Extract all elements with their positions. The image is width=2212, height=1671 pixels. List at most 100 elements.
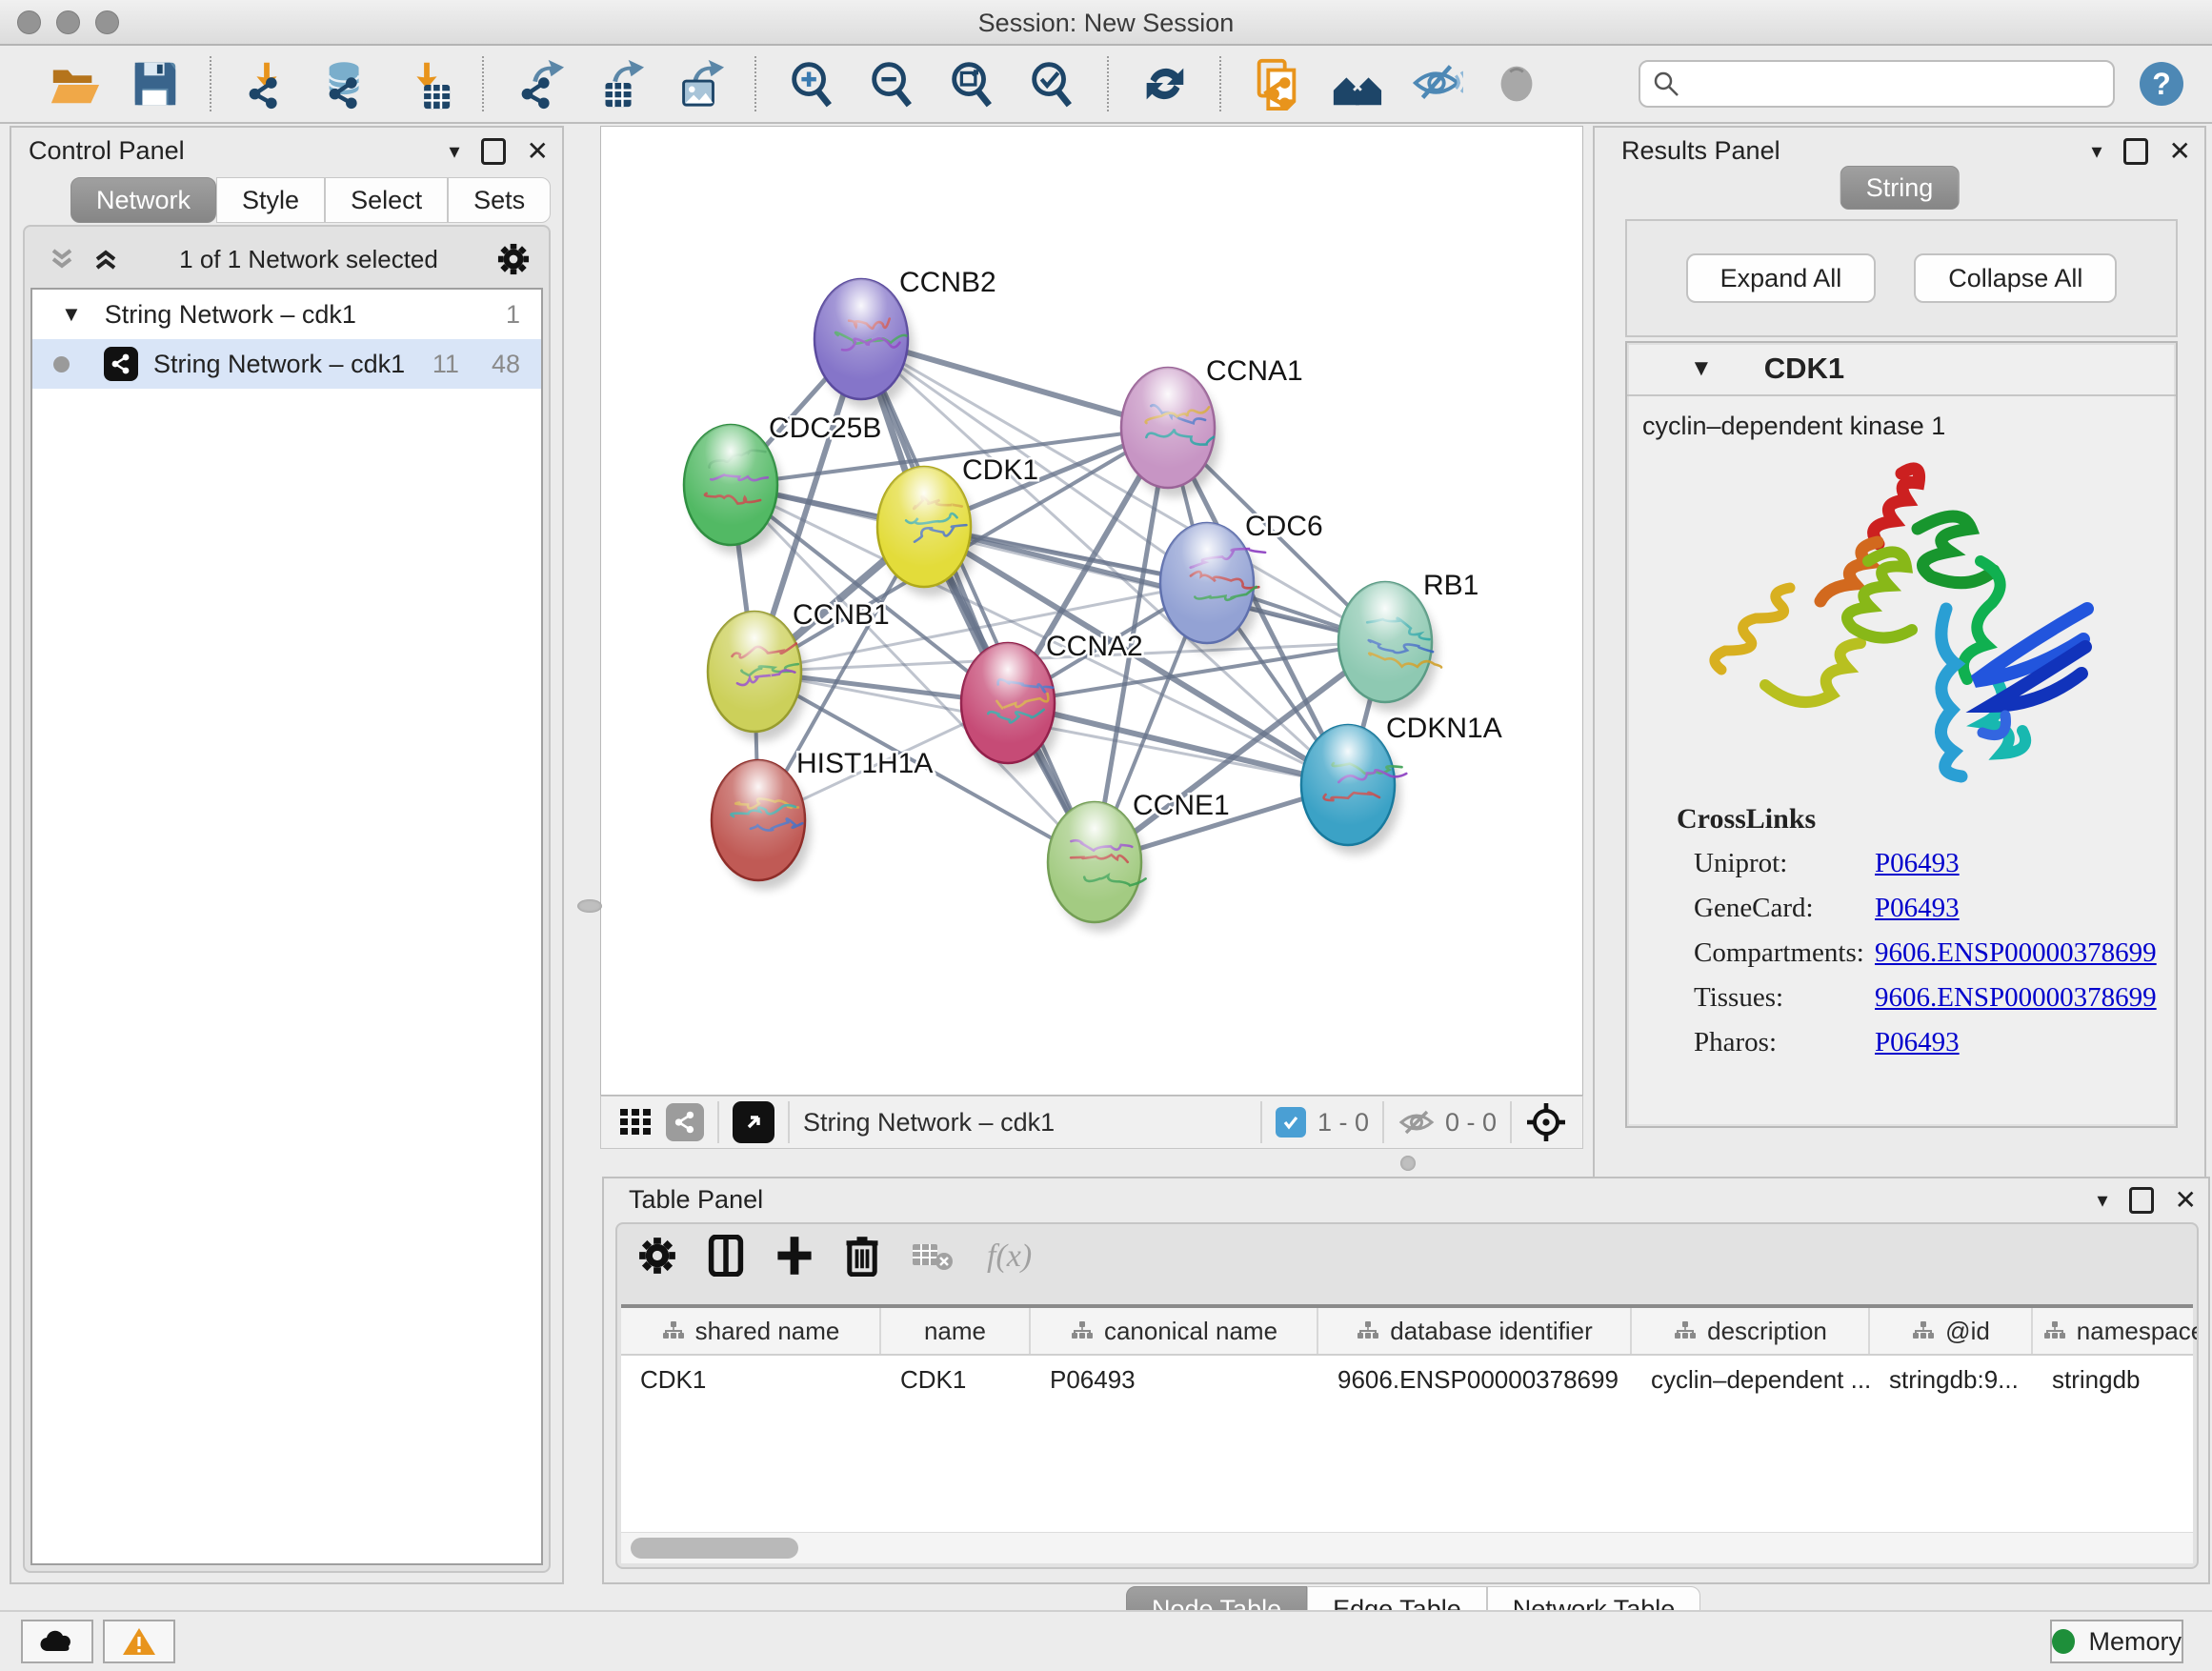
column-header-shared-name[interactable]: shared name (621, 1308, 881, 1354)
table-horizontal-scrollbar[interactable] (621, 1532, 2193, 1563)
column-header-name[interactable]: name (881, 1308, 1031, 1354)
toolbar-separator (210, 56, 211, 111)
expand-all-networks-icon[interactable] (91, 245, 120, 273)
main-toolbar: ? (0, 46, 2212, 124)
table-panel-collapse-icon[interactable]: ▾ (2097, 1188, 2107, 1213)
zoom-out-icon[interactable] (865, 57, 918, 111)
control-panel-float-icon[interactable] (481, 138, 506, 165)
column-header-canonical-name[interactable]: canonical name (1031, 1308, 1318, 1354)
column-header-database-identifier[interactable]: database identifier (1318, 1308, 1632, 1354)
refresh-layout-icon[interactable] (1137, 57, 1191, 111)
collapse-all-networks-icon[interactable] (48, 245, 76, 273)
selected-checkbox-icon[interactable] (1276, 1107, 1306, 1137)
results-panel-float-icon[interactable] (2123, 138, 2148, 165)
grid-view-icon[interactable] (618, 1105, 653, 1139)
export-image-icon[interactable] (673, 57, 726, 111)
network-share-icon[interactable] (666, 1103, 704, 1141)
add-column-icon[interactable] (775, 1235, 814, 1277)
cloud-button[interactable] (21, 1620, 93, 1663)
table-row[interactable]: CDK1CDK1P064939606.ENSP00000378699cyclin… (621, 1356, 2193, 1403)
fit-selected-crosshair-icon[interactable] (1525, 1101, 1567, 1143)
node-label-CCNB2: CCNB2 (899, 267, 996, 298)
tab-string[interactable]: String (1840, 166, 1960, 210)
string-home-icon[interactable] (1330, 57, 1383, 111)
collapse-all-button[interactable]: Collapse All (1914, 253, 2117, 303)
results-panel-collapse-icon[interactable]: ▾ (2091, 139, 2101, 164)
zoom-fit-icon[interactable] (945, 57, 998, 111)
delete-column-icon[interactable] (844, 1235, 880, 1277)
birdseye-view-icon[interactable] (733, 1101, 774, 1143)
tab-network[interactable]: Network (70, 177, 216, 223)
save-session-icon[interactable] (128, 57, 181, 111)
expand-all-button[interactable]: Expand All (1686, 253, 1877, 303)
node-label-HIST1H1A: HIST1H1A (796, 748, 933, 779)
tab-style[interactable]: Style (216, 177, 325, 223)
help-button[interactable]: ? (2140, 62, 2183, 106)
zoom-in-icon[interactable] (785, 57, 838, 111)
network-node-CCNE1[interactable] (1048, 802, 1147, 932)
column-header--id[interactable]: @id (1870, 1308, 2033, 1354)
gene-description: cyclin–dependent kinase 1 (1627, 396, 2176, 441)
search-box[interactable] (1639, 60, 2115, 108)
network-row[interactable]: String Network – cdk1 11 48 (32, 339, 541, 389)
control-panel-collapse-icon[interactable]: ▾ (449, 139, 459, 164)
collection-expander-icon[interactable]: ▼ (61, 302, 82, 327)
string-screenshot-icon[interactable] (1250, 57, 1303, 111)
node-table[interactable]: shared namenamecanonical namedatabase id… (621, 1304, 2193, 1563)
table-panel: Table Panel ▾ ✕ f(x) shared namenamecano… (602, 1177, 2210, 1584)
crosslink-link[interactable]: P06493 (1875, 848, 1960, 879)
control-panel-close-icon[interactable]: ✕ (527, 135, 549, 167)
control-panel: Control Panel ▾ ✕ NetworkStyleSelectSets… (10, 126, 564, 1584)
zoom-selected-icon[interactable] (1025, 57, 1078, 111)
scrollbar-thumb[interactable] (631, 1538, 798, 1559)
open-session-icon[interactable] (48, 57, 101, 111)
network-options-gear-icon[interactable] (497, 243, 530, 275)
network-node-CCNB2[interactable] (814, 279, 914, 409)
crosslink-link[interactable]: 9606.ENSP00000378699 (1875, 982, 2157, 1014)
crosslink-link[interactable]: P06493 (1875, 893, 1960, 924)
network-node-HIST1H1A[interactable] (712, 760, 811, 890)
network-collection-row[interactable]: ▼ String Network – cdk1 1 (32, 290, 541, 339)
network-edge-CCNB2-CCNE1[interactable] (861, 339, 1095, 862)
left-splitter-handle[interactable] (577, 899, 602, 913)
string-eye-icon[interactable] (1490, 57, 1543, 111)
network-manager: 1 of 1 Network selected ▼ String Network… (23, 225, 551, 1573)
node-label-CCNA1: CCNA1 (1206, 355, 1303, 387)
import-table-icon[interactable] (400, 57, 453, 111)
crosslink-link[interactable]: P06493 (1875, 1027, 1960, 1058)
application-window: Session: New Session ? Control Panel ▾ ✕… (0, 0, 2212, 1671)
warnings-button[interactable] (103, 1620, 175, 1663)
search-input[interactable] (1690, 70, 2101, 99)
crosslink-label: Uniprot: (1694, 848, 1875, 879)
node-label-RB1: RB1 (1423, 570, 1478, 601)
network-node-CDC6[interactable] (1160, 523, 1265, 653)
network-node-CDKN1A[interactable] (1301, 725, 1406, 855)
column-header-description[interactable]: description (1632, 1308, 1870, 1354)
network-node-RB1[interactable] (1338, 582, 1441, 712)
column-header-namespace[interactable]: namespace (2033, 1308, 2199, 1354)
network-node-CCNB1[interactable] (708, 612, 807, 741)
card-expander-icon[interactable]: ▼ (1690, 355, 1713, 382)
tab-sets[interactable]: Sets (448, 177, 551, 223)
network-type-icon (104, 347, 138, 381)
network-node-CCNA2[interactable] (961, 643, 1060, 773)
string-hide-glyphs-icon[interactable] (1410, 57, 1463, 111)
table-cell: stringdb:9... (1870, 1356, 2033, 1403)
table-panel-float-icon[interactable] (2129, 1187, 2154, 1214)
memory-button[interactable]: Memory (2050, 1620, 2183, 1663)
results-panel-close-icon[interactable]: ✕ (2169, 135, 2191, 167)
bottom-splitter-handle[interactable] (1400, 1156, 1416, 1171)
export-table-icon[interactable] (593, 57, 646, 111)
crosslink-link[interactable]: 9606.ENSP00000378699 (1875, 937, 2157, 969)
table-settings-icon[interactable] (638, 1237, 676, 1275)
import-network-database-icon[interactable] (320, 57, 373, 111)
network-view-canvas[interactable]: CCNB2CCNA1CDC25BCDK1CDC6RB1CCNB1CCNA2CDK… (600, 126, 1583, 1096)
export-network-icon[interactable] (513, 57, 566, 111)
table-panel-close-icon[interactable]: ✕ (2175, 1184, 2197, 1216)
crosslink-label: Pharos: (1694, 1027, 1875, 1058)
network-node-CDK1[interactable] (877, 467, 976, 596)
show-columns-icon[interactable] (707, 1235, 745, 1277)
tab-select[interactable]: Select (325, 177, 448, 223)
import-network-icon[interactable] (240, 57, 293, 111)
hidden-eye-icon[interactable] (1398, 1107, 1436, 1137)
